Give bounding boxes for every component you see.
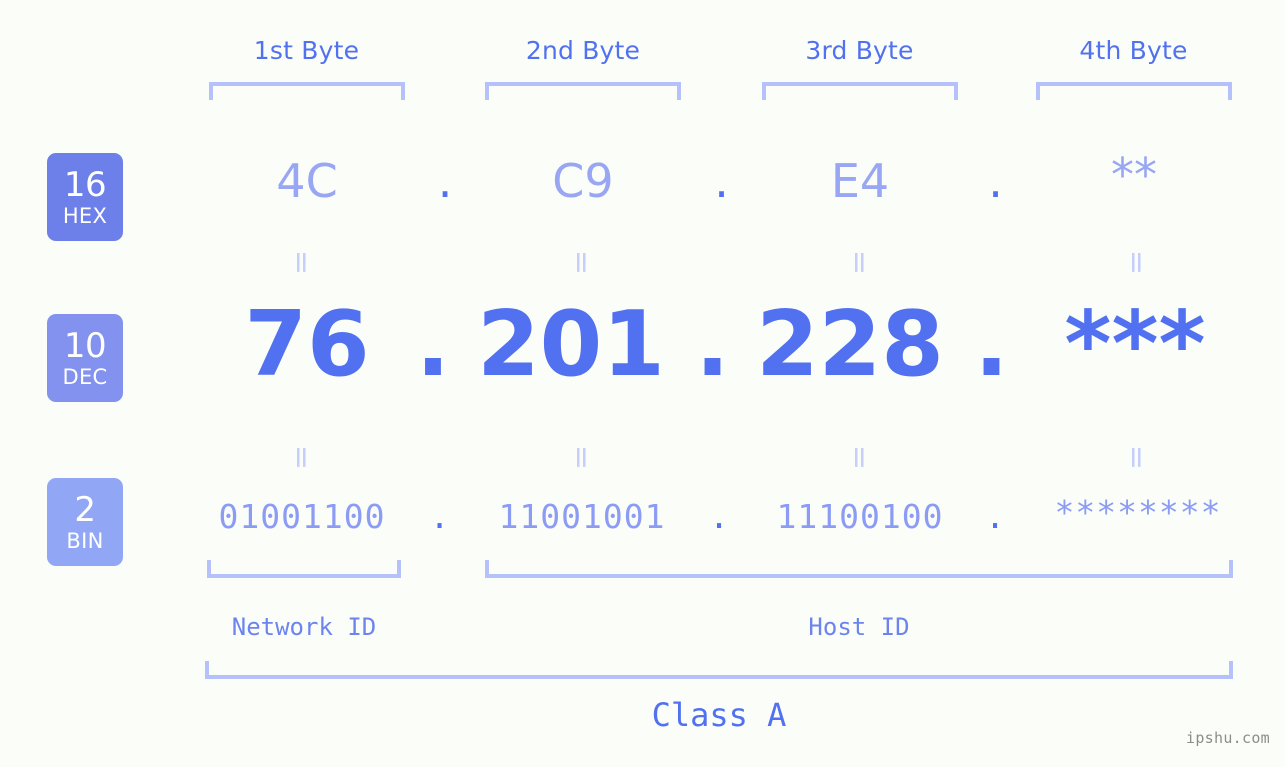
equals-connector-dec-bin-2: = bbox=[564, 444, 599, 470]
ip-breakdown-diagram: 1st Byte 2nd Byte 3rd Byte 4th Byte 16 H… bbox=[0, 0, 1285, 767]
dec-separator-1: . bbox=[415, 292, 451, 397]
bin-separator-1: . bbox=[429, 497, 451, 536]
base-badge-bin-number: 2 bbox=[74, 489, 96, 530]
base-badge-bin: 2 BIN bbox=[47, 478, 123, 566]
class-bracket bbox=[205, 661, 1233, 679]
hex-separator-1: . bbox=[437, 154, 453, 208]
bin-separator-2: . bbox=[709, 497, 730, 536]
bin-separator-3: . bbox=[985, 497, 1006, 536]
base-badge-hex-number: 16 bbox=[63, 164, 107, 205]
bin-byte-4: ******** bbox=[1054, 493, 1222, 532]
hex-byte-4: ** bbox=[1111, 148, 1157, 202]
base-badge-dec: 10 DEC bbox=[47, 314, 123, 402]
dec-byte-2: 201 bbox=[477, 292, 665, 397]
equals-connector-hex-dec-2: = bbox=[564, 249, 599, 275]
hex-byte-3: E4 bbox=[830, 154, 890, 208]
network-id-label: Network ID bbox=[231, 613, 377, 641]
equals-connector-dec-bin-3: = bbox=[842, 444, 877, 470]
hex-separator-2: . bbox=[714, 154, 729, 208]
base-badge-dec-label: DEC bbox=[62, 364, 108, 389]
network-id-bracket bbox=[207, 560, 401, 578]
bin-byte-1: 01001100 bbox=[218, 497, 386, 536]
byte-header-2: 2nd Byte bbox=[525, 36, 641, 65]
byte-header-4: 4th Byte bbox=[1079, 36, 1188, 65]
hex-byte-1: 4C bbox=[276, 154, 338, 208]
base-badge-dec-number: 10 bbox=[63, 325, 107, 366]
base-badge-hex: 16 HEX bbox=[47, 153, 123, 241]
host-id-label: Host ID bbox=[808, 613, 910, 641]
base-badge-hex-label: HEX bbox=[62, 203, 108, 228]
dec-byte-3: 228 bbox=[756, 292, 944, 397]
dec-separator-2: . bbox=[695, 292, 730, 397]
class-label: Class A bbox=[651, 696, 787, 734]
byte-bracket-1 bbox=[209, 82, 405, 100]
equals-connector-hex-dec-4: = bbox=[1119, 249, 1154, 275]
byte-bracket-3 bbox=[762, 82, 958, 100]
equals-connector-hex-dec-3: = bbox=[842, 249, 877, 275]
byte-bracket-2 bbox=[485, 82, 681, 100]
watermark: ipshu.com bbox=[1186, 729, 1270, 747]
dec-byte-1: 76 bbox=[244, 292, 370, 397]
bin-byte-3: 11100100 bbox=[776, 497, 944, 536]
byte-header-3: 3rd Byte bbox=[805, 36, 914, 65]
dec-separator-3: . bbox=[974, 292, 1009, 397]
hex-separator-3: . bbox=[988, 154, 1003, 208]
hex-byte-2: C9 bbox=[552, 154, 614, 208]
base-badge-bin-label: BIN bbox=[66, 528, 104, 553]
equals-connector-dec-bin-1: = bbox=[284, 444, 319, 470]
host-id-bracket bbox=[485, 560, 1233, 578]
byte-bracket-4 bbox=[1036, 82, 1232, 100]
bin-byte-2: 11001001 bbox=[498, 497, 666, 536]
equals-connector-dec-bin-4: = bbox=[1119, 444, 1154, 470]
equals-connector-hex-dec-1: = bbox=[284, 249, 319, 275]
dec-byte-4: *** bbox=[1064, 292, 1206, 397]
byte-header-1: 1st Byte bbox=[253, 36, 360, 65]
